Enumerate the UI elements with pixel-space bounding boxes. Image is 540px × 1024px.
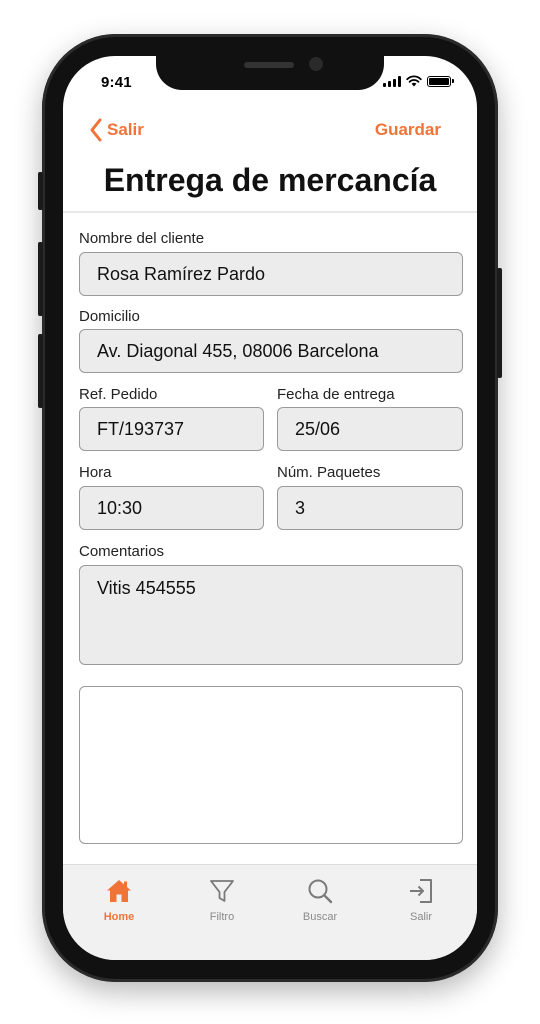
- address-label: Domicilio: [79, 308, 140, 325]
- tab-exit[interactable]: Salir: [381, 875, 461, 923]
- front-camera: [309, 57, 323, 71]
- tab-search[interactable]: Buscar: [280, 875, 360, 923]
- battery-icon: [427, 75, 454, 87]
- power-button: [497, 268, 502, 378]
- order-ref-label: Ref. Pedido: [79, 386, 158, 403]
- packages-field[interactable]: 3: [277, 486, 463, 530]
- tab-bar: Home Filtro Buscar Salir: [63, 864, 477, 960]
- tab-filter-label: Filtro: [209, 911, 235, 923]
- tab-search-label: Buscar: [302, 911, 338, 923]
- exit-icon: [410, 879, 432, 903]
- customer-name-field[interactable]: Rosa Ramírez Pardo: [79, 252, 463, 296]
- tab-home-label: Home: [103, 911, 135, 923]
- packages-label: Núm. Paquetes: [277, 464, 381, 481]
- volume-up-button: [38, 242, 43, 316]
- tab-exit-label: Salir: [409, 911, 432, 923]
- status-icons: [383, 75, 454, 87]
- volume-down-button: [38, 334, 43, 408]
- signature-box[interactable]: [79, 686, 463, 844]
- comments-label: Comentarios: [79, 543, 165, 560]
- back-label: Salir: [107, 120, 144, 139]
- mute-switch: [38, 172, 43, 210]
- search-icon: [308, 879, 333, 904]
- home-icon: [107, 880, 131, 902]
- delivery-date-label: Fecha de entrega: [277, 386, 395, 403]
- wifi-icon: [406, 75, 422, 87]
- time-field[interactable]: 10:30: [79, 486, 264, 530]
- tab-filter[interactable]: Filtro: [182, 875, 262, 923]
- address-field[interactable]: Av. Diagonal 455, 08006 Barcelona: [79, 329, 463, 373]
- phone-screen: 9:41 Salir Guardar Entrega de mercancía …: [63, 56, 477, 960]
- speaker-grille: [244, 62, 294, 68]
- chevron-left-icon: [90, 118, 102, 142]
- signal-icon: [383, 75, 401, 87]
- status-time: 9:41: [101, 74, 132, 91]
- save-button[interactable]: Guardar: [375, 120, 441, 140]
- header-divider: [63, 211, 477, 213]
- customer-name-label: Nombre del cliente: [79, 230, 205, 247]
- page-title: Entrega de mercancía: [103, 162, 437, 198]
- back-button[interactable]: Salir: [89, 118, 144, 142]
- notch: [156, 56, 384, 90]
- delivery-date-field[interactable]: 25/06: [277, 407, 463, 451]
- time-label: Hora: [79, 464, 112, 481]
- comments-field[interactable]: Vitis 454555: [79, 565, 463, 665]
- filter-icon: [210, 880, 234, 902]
- tab-home[interactable]: Home: [79, 875, 159, 923]
- order-ref-field[interactable]: FT/193737: [79, 407, 264, 451]
